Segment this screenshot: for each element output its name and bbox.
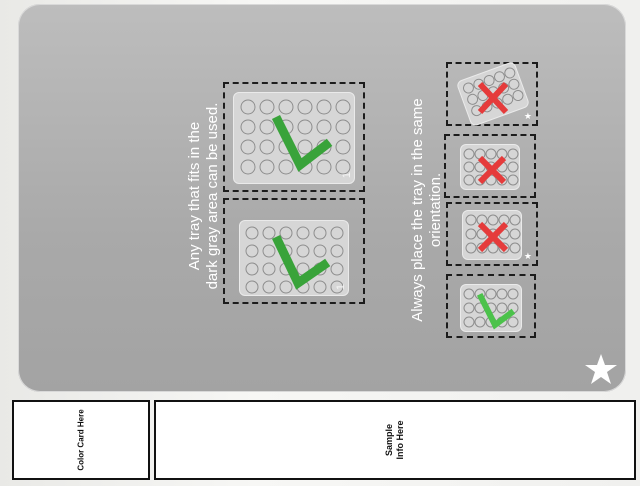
instruction-orientation-line1: Always place the tray in the same [409, 98, 426, 322]
color-card-label: Color Card Here [76, 409, 86, 471]
large-tray: 1 [239, 220, 349, 296]
color-card-box: Color Card Here [12, 400, 150, 480]
instruction-any-tray-line2: dark gray area can be used. [204, 102, 221, 290]
large-tray-slot-bottom: 1 [223, 198, 365, 304]
instruction-any-tray: Any tray that fits in the dark gray area… [186, 76, 226, 316]
check-icon [271, 114, 333, 172]
cross-icon [477, 155, 507, 185]
check-icon [476, 292, 516, 330]
star-icon: ★ [523, 111, 532, 121]
star-icon: ★ [523, 251, 532, 261]
instruction-orientation: Always place the tray in the same orient… [409, 75, 449, 345]
check-icon [272, 235, 331, 290]
small-tray [460, 284, 522, 332]
sample-info-line2: Info Here [395, 420, 405, 460]
small-tray-slot-4 [446, 274, 536, 338]
large-tray-slot-top: 1 [223, 82, 365, 192]
small-tray-slot-2 [444, 134, 536, 198]
sample-info-box: Sample Info Here [154, 400, 636, 480]
tray-corner-mark: 1 [340, 171, 353, 179]
instruction-any-tray-line1: Any tray that fits in the [186, 121, 203, 271]
tray-corner-mark: 1 [334, 283, 347, 291]
tray-placement-area: Any tray that fits in the dark gray area… [18, 4, 626, 392]
star-icon [585, 354, 617, 384]
small-tray-slot-1: ★ [446, 60, 538, 128]
sample-info-line1: Sample [384, 423, 394, 457]
sample-info-label: Sample Info Here [384, 420, 406, 459]
large-tray: 1 [233, 92, 355, 184]
instruction-orientation-line2: orientation. [427, 172, 444, 248]
small-tray-slot-3: ★ [446, 202, 538, 266]
